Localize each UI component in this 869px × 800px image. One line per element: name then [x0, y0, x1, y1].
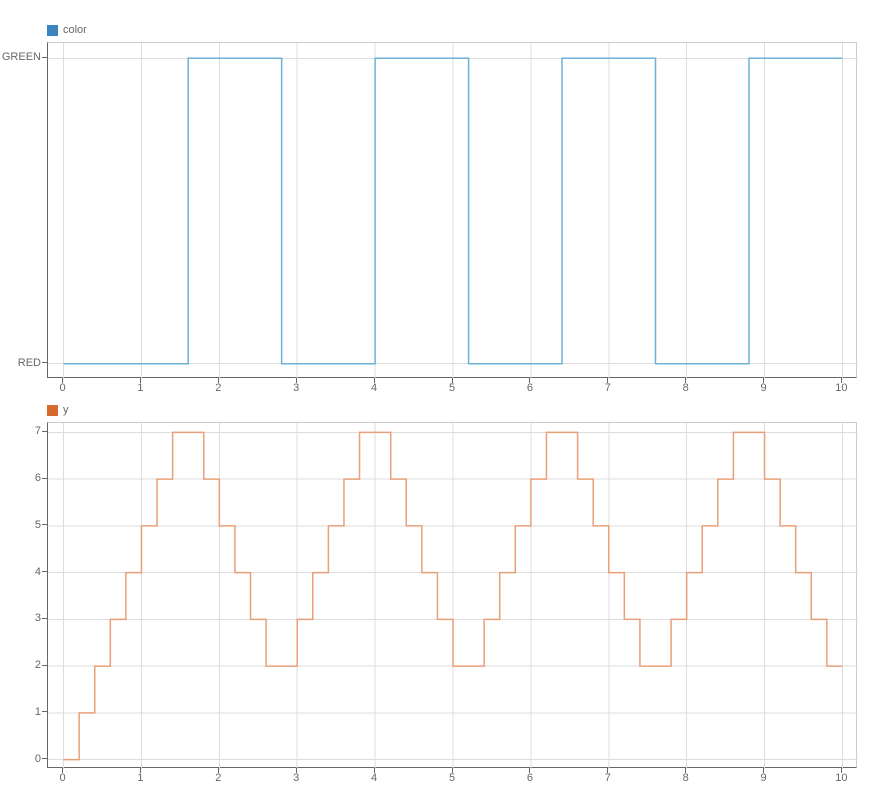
y-axis-gutter: RED GREEN	[0, 42, 47, 378]
x-tick-label: 8	[683, 382, 689, 394]
x-tick-label: 4	[371, 772, 377, 784]
x-tick-label: 8	[683, 772, 689, 784]
y-tick-mark	[42, 711, 47, 712]
plot-svg	[48, 43, 858, 379]
y-tick-mark	[42, 758, 47, 759]
legend: y	[47, 404, 69, 416]
x-axis-gutter: 0 1 2 3 4 5 6 7 8 9 10	[47, 768, 857, 786]
x-tick-label: 6	[527, 382, 533, 394]
legend-label: y	[63, 404, 69, 416]
chart-color: color 0 1 2 3 4 5 6 7 8 9 10 RED GREEN	[0, 24, 869, 404]
y-tick-mark	[42, 524, 47, 525]
x-tick-label: 9	[760, 772, 766, 784]
plot-area	[47, 422, 857, 768]
y-tick-label: 3	[0, 612, 41, 624]
plot-svg	[48, 423, 858, 769]
y-tick-mark	[42, 571, 47, 572]
x-tick-label: 7	[605, 772, 611, 784]
x-tick-label: 1	[137, 382, 143, 394]
x-tick-label: 9	[760, 382, 766, 394]
x-tick-label: 4	[371, 382, 377, 394]
y-tick-label: 2	[0, 659, 41, 671]
y-tick-label: 6	[0, 472, 41, 484]
y-tick-mark	[42, 665, 47, 666]
y-tick-label: GREEN	[0, 51, 41, 63]
x-tick-label: 5	[449, 772, 455, 784]
y-tick-mark	[42, 618, 47, 619]
charts-page: color 012345678910 REDGREEN y 0123456789…	[0, 0, 869, 800]
y-tick-label: 7	[0, 425, 41, 437]
legend-label: color	[63, 24, 87, 36]
x-tick-label: 3	[293, 382, 299, 394]
x-tick-label: 3	[293, 772, 299, 784]
x-tick-label: 10	[835, 382, 847, 394]
legend-swatch-icon	[47, 25, 58, 36]
y-tick-label: 5	[0, 519, 41, 531]
x-tick-label: 0	[60, 772, 66, 784]
x-tick-label: 5	[449, 382, 455, 394]
legend-swatch-icon	[47, 405, 58, 416]
y-tick-label: RED	[0, 357, 41, 369]
x-tick-label: 7	[605, 382, 611, 394]
y-tick-label: 0	[0, 753, 41, 765]
x-tick-label: 2	[215, 772, 221, 784]
y-axis-gutter: 0 1 2 3 4 5 6 7	[0, 422, 47, 768]
x-tick-label: 2	[215, 382, 221, 394]
y-tick-mark	[42, 478, 47, 479]
y-tick-mark	[42, 362, 47, 363]
plot-area	[47, 42, 857, 378]
y-tick-mark	[42, 431, 47, 432]
legend: color	[47, 24, 87, 36]
x-tick-label: 6	[527, 772, 533, 784]
x-tick-label: 1	[137, 772, 143, 784]
x-axis-gutter: 0 1 2 3 4 5 6 7 8 9 10	[47, 378, 857, 396]
y-tick-label: 4	[0, 566, 41, 578]
x-tick-label: 10	[835, 772, 847, 784]
y-tick-mark	[42, 57, 47, 58]
y-tick-label: 1	[0, 706, 41, 718]
chart-y: y 0 1 2 3 4 5 6 7 8 9 10 0 1 2 3 4 5 6 7	[0, 404, 869, 794]
x-tick-label: 0	[60, 382, 66, 394]
